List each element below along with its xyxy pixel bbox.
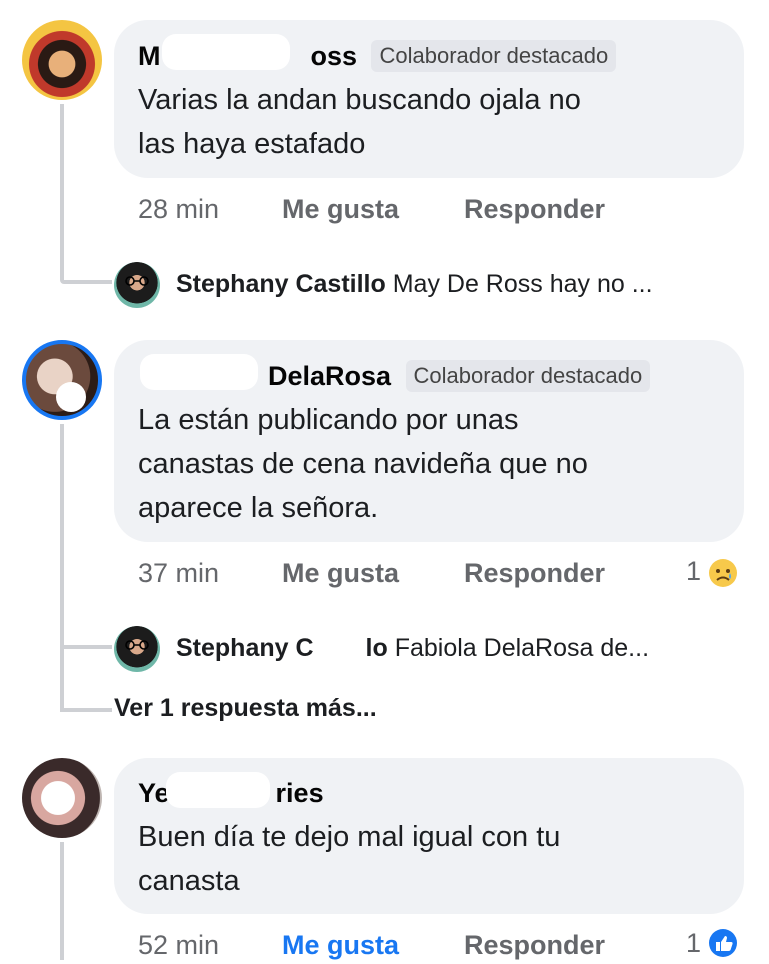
avatar-commenter-3[interactable] [22, 758, 102, 838]
like-button[interactable]: Me gusta [282, 194, 399, 225]
redaction-mask [162, 34, 290, 70]
thread-line [60, 842, 64, 960]
reply-button[interactable]: Responder [464, 930, 605, 961]
like-thumb-icon[interactable] [708, 928, 738, 958]
avatar-commenter-1[interactable] [22, 20, 102, 100]
thread-line [60, 424, 64, 708]
reply-button[interactable]: Responder [464, 194, 605, 225]
comment-timestamp[interactable]: 52 min [138, 930, 219, 961]
top-contributor-badge: Colaborador destacado [371, 40, 617, 72]
reply-preview-1[interactable]: Stephany Castillo May De Ross hay no ... [176, 270, 653, 299]
thread-line [60, 104, 64, 280]
sad-emoji-icon[interactable] [708, 558, 738, 588]
comment-text: Buen día te dejo mal igual con tu canast… [138, 821, 561, 897]
like-button[interactable]: Me gusta [282, 930, 399, 961]
comment-text: La están publicando por unas canastas de… [138, 404, 588, 524]
view-more-replies-link[interactable]: Ver 1 respuesta más... [114, 694, 377, 723]
reply-preview-text: May De Ross hay no ... [392, 270, 653, 298]
avatar-commenter-2[interactable] [22, 340, 102, 420]
glasses-icon [125, 640, 149, 650]
redaction-mask [140, 354, 258, 390]
comment-actions-2: 37 min Me gusta Responder [138, 558, 738, 592]
reply-button[interactable]: Responder [464, 558, 605, 589]
comment-timestamp[interactable]: 28 min [138, 194, 219, 225]
reply-author[interactable]: Stephany Castillo [176, 270, 386, 298]
thread-line-elbow [60, 280, 112, 284]
comment-timestamp[interactable]: 37 min [138, 558, 219, 589]
reaction-count[interactable]: 1 [686, 928, 701, 959]
reply-author[interactable]: Stephany Clo [176, 634, 388, 662]
redaction-mask [166, 772, 270, 808]
like-button[interactable]: Me gusta [282, 558, 399, 589]
avatar-replier[interactable] [114, 626, 160, 672]
thread-line-elbow [60, 708, 112, 712]
thread-line-elbow [60, 645, 112, 649]
reply-preview-2[interactable]: Stephany Clo Fabiola DelaRosa de... [176, 634, 649, 663]
comment-actions-3: 52 min Me gusta Responder [138, 930, 738, 964]
top-contributor-badge: Colaborador destacado [405, 360, 651, 392]
glasses-icon [125, 276, 149, 286]
comment-text: Varias la andan buscando ojala no las ha… [138, 84, 581, 160]
avatar-replier[interactable] [114, 262, 160, 308]
reply-preview-text: Fabiola DelaRosa de... [394, 634, 650, 662]
reaction-count[interactable]: 1 [686, 556, 701, 587]
comment-actions-1: 28 min Me gusta Responder [138, 194, 738, 228]
